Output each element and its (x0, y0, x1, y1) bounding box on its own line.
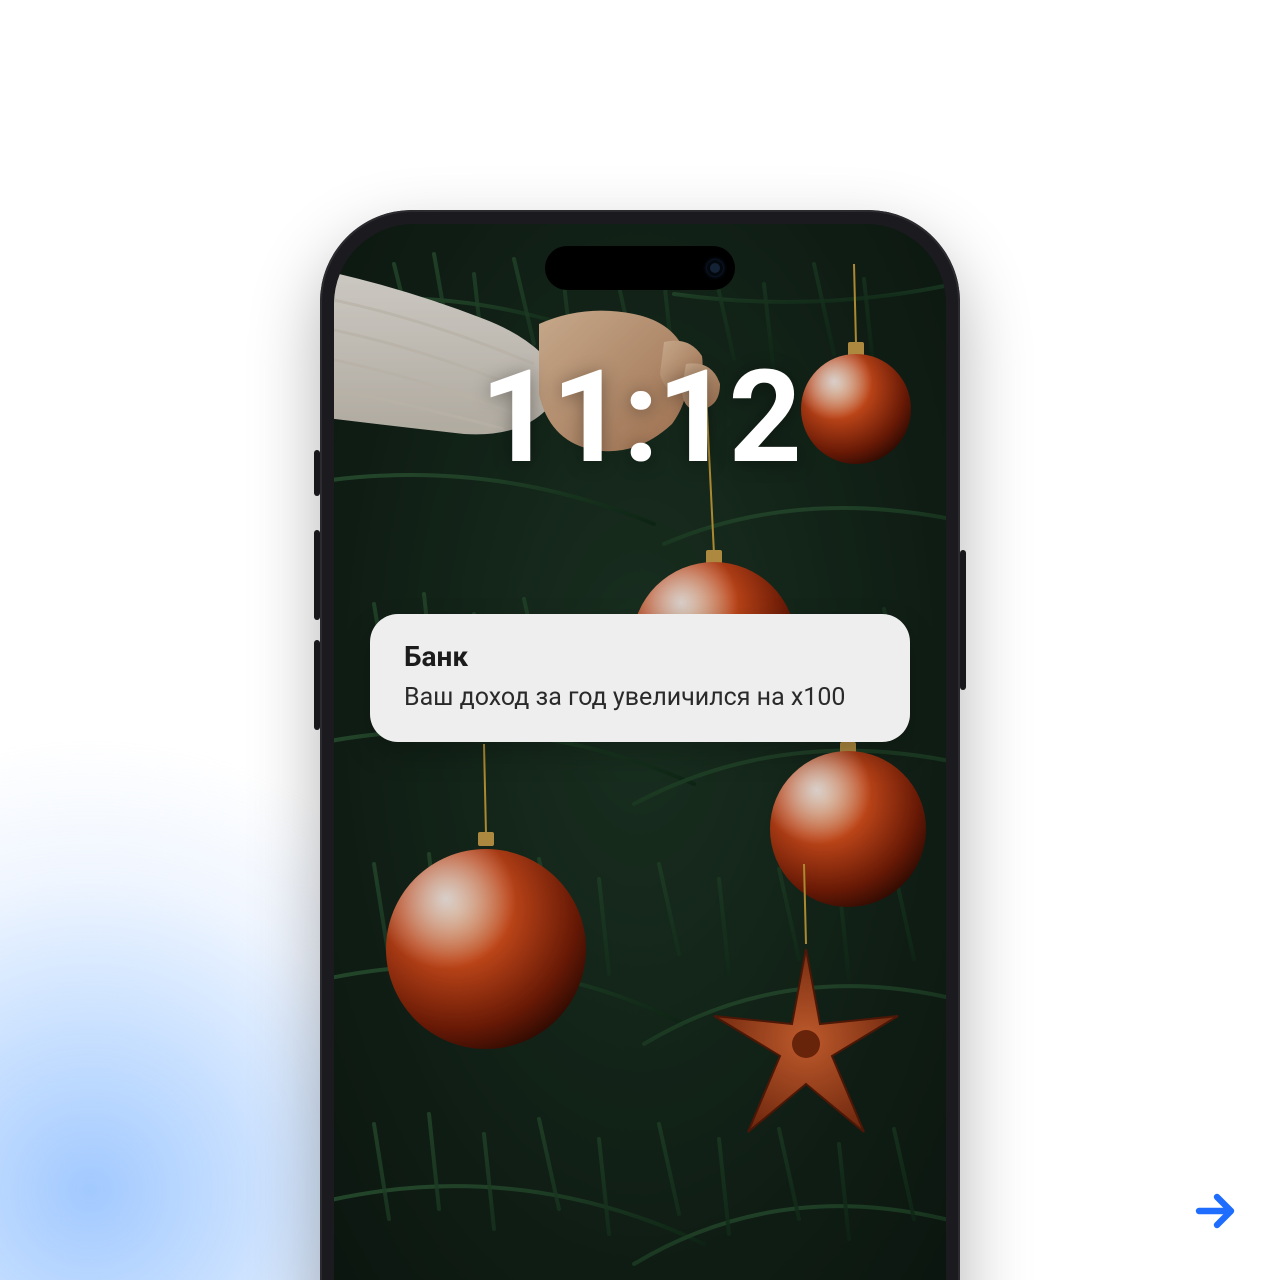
phone-volume-down (314, 640, 320, 730)
notification-app-name: Банк (404, 640, 876, 673)
lockscreen-clock: 11:12 (334, 354, 946, 482)
phone-power-button (960, 550, 966, 690)
notification-card[interactable]: Банк Ваш доход за год увеличился на х100 (370, 614, 910, 742)
phone-mockup: 11:12 Банк Ваш доход за год увеличился н… (320, 210, 960, 1280)
dynamic-island (545, 246, 735, 290)
arrow-right-icon (1191, 1187, 1239, 1235)
phone-volume-up (314, 530, 320, 620)
notification-message: Ваш доход за год увеличился на х100 (404, 683, 876, 712)
next-arrow-button[interactable] (1186, 1182, 1244, 1240)
front-camera-icon (707, 260, 723, 276)
phone-silent-switch (314, 450, 320, 496)
